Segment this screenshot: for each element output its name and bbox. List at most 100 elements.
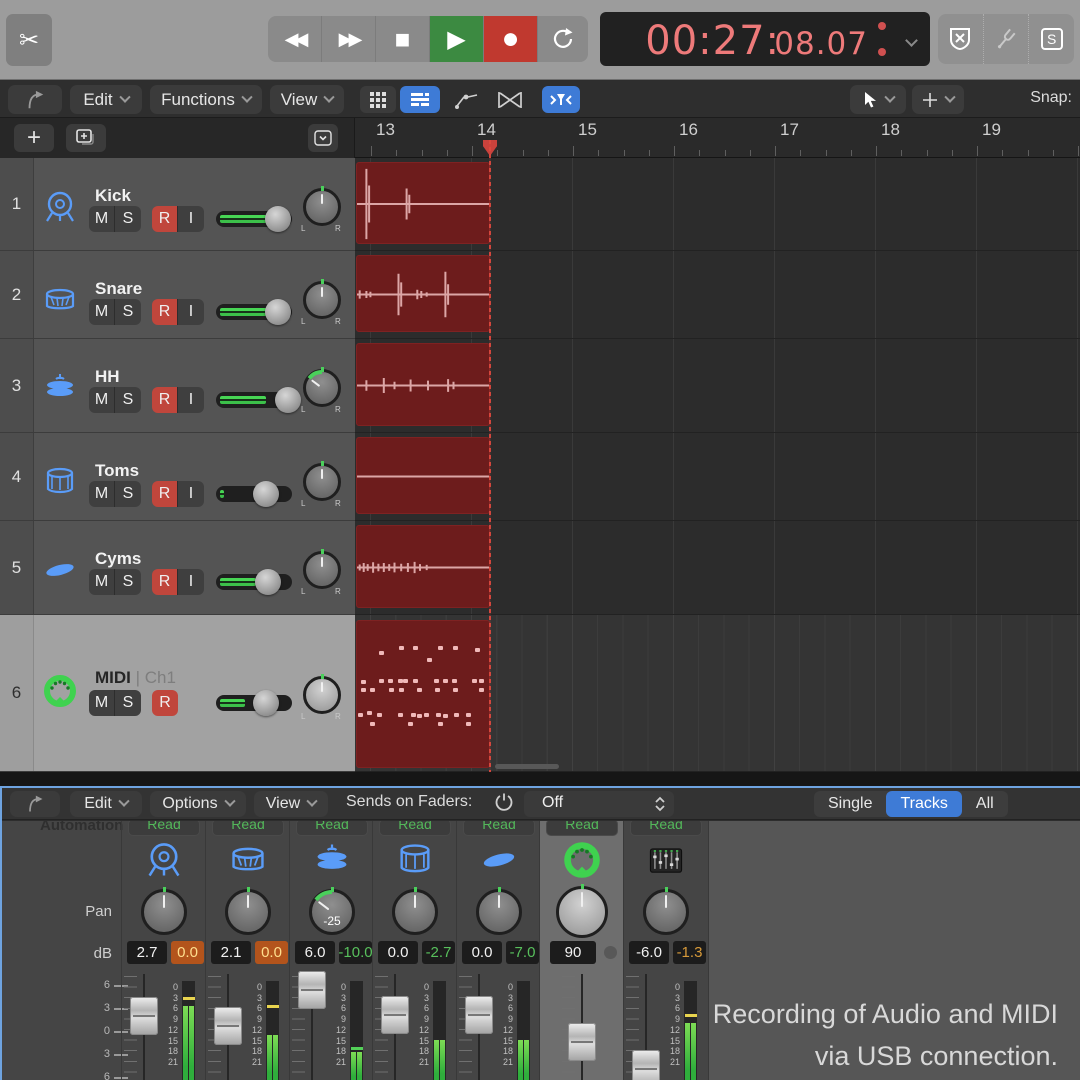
duplicate-track-button[interactable] <box>66 124 106 152</box>
input-monitor-button[interactable]: I <box>178 206 204 232</box>
track-header-hh[interactable]: 3HHMSRILR <box>0 339 355 433</box>
pan-knob[interactable] <box>303 676 341 714</box>
db-value-right[interactable]: -10.0 <box>339 941 372 964</box>
volume-slider[interactable] <box>216 695 292 711</box>
menu-functions[interactable]: Functions <box>150 85 262 114</box>
db-value-left[interactable]: 0.0 <box>378 941 418 964</box>
bar-ruler[interactable]: 13141516171819 <box>355 118 1080 158</box>
audio-region-snare[interactable] <box>356 255 490 332</box>
midi-volume-value[interactable]: 90 <box>550 941 596 964</box>
fader-cap[interactable] <box>568 1023 596 1061</box>
secondary-tool-button[interactable] <box>912 85 964 114</box>
channel-pan-knob[interactable] <box>392 889 438 935</box>
automation-read-button[interactable]: Read <box>463 821 535 836</box>
mixer-view-tracks[interactable]: Tracks <box>886 791 961 817</box>
volume-slider-thumb[interactable] <box>275 387 301 413</box>
rewind-button[interactable]: ◀◀ <box>268 16 322 62</box>
record-arm-button[interactable]: R <box>152 690 178 716</box>
track-lane-hh[interactable] <box>355 339 1080 433</box>
play-button[interactable]: ▶ <box>430 16 484 62</box>
add-track-button[interactable]: + <box>14 124 54 152</box>
solo-button[interactable]: S <box>115 690 141 716</box>
channel-pan-knob[interactable] <box>141 889 187 935</box>
lcd-time-display[interactable]: 00:27: 08.07 <box>600 12 930 66</box>
menu-edit[interactable]: Edit <box>70 85 142 114</box>
db-value-right[interactable]: -1.3 <box>673 941 706 964</box>
horizontal-scrollbar[interactable] <box>495 764 559 769</box>
catch-playhead-button[interactable] <box>542 86 580 113</box>
db-value-right[interactable]: 0.0 <box>171 941 204 964</box>
automation-read-button[interactable]: Read <box>379 821 451 836</box>
fader-cap[interactable] <box>632 1050 660 1080</box>
db-value-left[interactable]: 2.1 <box>211 941 251 964</box>
tuner-button[interactable] <box>984 14 1030 64</box>
volume-slider-thumb[interactable] <box>265 299 291 325</box>
input-monitor-button[interactable]: I <box>178 569 204 595</box>
volume-slider[interactable] <box>216 574 292 590</box>
mute-button[interactable]: M <box>89 481 115 507</box>
fader-cap[interactable] <box>130 997 158 1035</box>
forward-button[interactable]: ▶▶ <box>322 16 376 62</box>
mixer-view-single[interactable]: Single <box>814 791 886 817</box>
midi-region-midi[interactable] <box>356 620 490 768</box>
audio-region-kick[interactable] <box>356 162 490 244</box>
pan-knob[interactable] <box>303 369 341 407</box>
pan-knob[interactable] <box>303 188 341 226</box>
mixer-menu-options[interactable]: Options <box>150 791 246 817</box>
flex-button[interactable] <box>490 86 530 113</box>
mute-button[interactable]: M <box>89 569 115 595</box>
mute-button[interactable]: M <box>89 206 115 232</box>
channel-pan-knob[interactable] <box>225 889 271 935</box>
solo-button[interactable]: S <box>115 206 141 232</box>
track-lane-snare[interactable] <box>355 251 1080 339</box>
volume-slider-thumb[interactable] <box>253 690 279 716</box>
solo-button[interactable]: S <box>115 569 141 595</box>
menu-view[interactable]: View <box>270 85 344 114</box>
record-arm-button[interactable]: R <box>152 481 178 507</box>
mixer-back-button[interactable] <box>10 791 60 817</box>
automation-read-button[interactable]: Read <box>630 821 702 836</box>
mute-button[interactable]: M <box>89 299 115 325</box>
mute-button[interactable]: M <box>89 690 115 716</box>
record-arm-button[interactable]: R <box>152 206 178 232</box>
grid-view-button[interactable] <box>360 86 396 113</box>
automation-read-button[interactable]: Read <box>212 821 284 836</box>
track-lane-kick[interactable] <box>355 158 1080 251</box>
sends-power-button[interactable] <box>494 792 514 817</box>
fader-cap[interactable] <box>214 1007 242 1045</box>
track-header-toms[interactable]: 4TomsMSRILR <box>0 433 355 521</box>
audio-region-hh[interactable] <box>356 343 490 426</box>
solo-button[interactable]: S <box>115 387 141 413</box>
input-monitor-button[interactable]: I <box>178 299 204 325</box>
pan-knob[interactable] <box>303 551 341 589</box>
master-mute-button[interactable] <box>938 14 984 64</box>
cycle-button[interactable] <box>538 16 588 62</box>
record-arm-button[interactable]: R <box>152 569 178 595</box>
volume-slider[interactable] <box>216 211 292 227</box>
channel-strip-hihat[interactable]: Read-256.0-10.0036912151821 <box>290 821 374 1080</box>
volume-slider[interactable] <box>216 392 292 408</box>
channel-pan-knob[interactable] <box>643 889 689 935</box>
solo-button[interactable]: S <box>1029 14 1074 64</box>
volume-slider[interactable] <box>216 304 292 320</box>
db-value-left[interactable]: -6.0 <box>629 941 669 964</box>
automation-read-button[interactable]: Read <box>296 821 368 836</box>
channel-pan-knob[interactable]: -25 <box>309 889 355 935</box>
pointer-tool-button[interactable] <box>850 85 906 114</box>
db-value-right[interactable]: -7.0 <box>506 941 539 964</box>
fader-cap[interactable] <box>465 996 493 1034</box>
automation-read-button[interactable]: Read <box>546 821 618 836</box>
db-value-right[interactable]: 0.0 <box>255 941 288 964</box>
pan-knob[interactable] <box>303 463 341 501</box>
track-header-cyms[interactable]: 5CymsMSRILR <box>0 521 355 615</box>
mixer-menu-edit[interactable]: Edit <box>70 791 142 817</box>
channel-strip-kick[interactable]: Read2.70.0036912151821 <box>122 821 206 1080</box>
back-navigation-button[interactable] <box>8 85 62 114</box>
playhead-line[interactable] <box>489 140 491 772</box>
volume-slider[interactable] <box>216 486 292 502</box>
channel-pan-knob[interactable] <box>476 889 522 935</box>
mixer-view-all[interactable]: All <box>962 791 1008 817</box>
input-monitor-button[interactable]: I <box>178 481 204 507</box>
db-value-left[interactable]: 2.7 <box>127 941 167 964</box>
fader-cap[interactable] <box>298 971 326 1009</box>
